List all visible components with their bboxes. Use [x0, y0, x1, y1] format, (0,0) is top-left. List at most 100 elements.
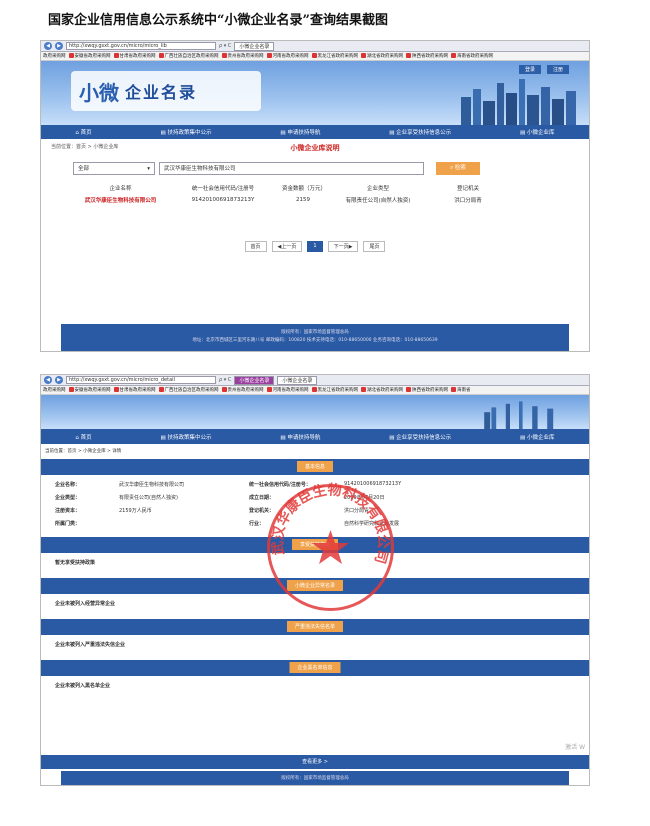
favorite-link[interactable]: 海南省政府采购网 — [451, 53, 493, 59]
info-key: 所属门类： — [55, 521, 81, 527]
favorite-link[interactable]: 安徽省政府采购网 — [68, 387, 111, 393]
favorite-link[interactable]: 陕西省政府采购网 — [406, 53, 448, 59]
section-bar-basic: 基本信息 — [41, 459, 589, 475]
search-button[interactable]: ⌕ 检索 — [436, 162, 480, 175]
footer-address: 地址：北京市西城区三里河东路八号 邮政编码：100820 技术支持电话：010-… — [192, 338, 438, 343]
page-next[interactable]: 下一页▶ — [327, 241, 359, 252]
company-name-link[interactable]: 武汉华康臣生物科技有限公司 — [73, 193, 168, 207]
favorite-link[interactable]: 甘肃省政府采购网 — [113, 53, 156, 59]
favorite-link[interactable]: 广西壮族自治区政府采购网 — [158, 387, 219, 393]
screenshot-company-detail: ◀ ▶ http://xwqy.gsxt.gov.cn/micro/micro_… — [40, 374, 590, 786]
info-value: 2159万人民币 — [119, 508, 152, 514]
nav-home[interactable]: ⌂ 首页 — [75, 128, 91, 136]
credit-code: 91420100691873213Y — [191, 197, 255, 203]
favorite-link[interactable]: 河南省政府采购网 — [266, 387, 309, 393]
nav-library[interactable]: ▤ 小微企业库 — [520, 433, 554, 441]
page-current[interactable]: 1 — [307, 241, 323, 252]
column-header: 资金数额（万元） — [282, 186, 327, 192]
column-header: 企业名称 — [109, 186, 132, 192]
nav-benefit[interactable]: ▤ 企业享受扶持信息公示 — [389, 128, 451, 136]
favorite-link[interactable]: 贵州省政府采购网 — [221, 53, 264, 59]
favorites-bar: 政府采购网 安徽省政府采购网 甘肃省政府采购网 广西壮族自治区政府采购网 贵州省… — [41, 386, 589, 395]
favorite-link[interactable]: 政府采购网 — [43, 387, 66, 393]
city-skyline-image — [484, 401, 554, 429]
nav-apply[interactable]: ▤ 申请扶持导航 — [280, 128, 320, 136]
keyword-input[interactable]: 武汉华康臣生物科技有限公司 — [159, 162, 424, 175]
document-title: 国家企业信用信息公示系统中“小微企业名录”查询结果截图 — [48, 13, 388, 28]
info-value: 武汉华康臣生物科技有限公司 — [119, 482, 185, 488]
login-button[interactable]: 登录 — [518, 65, 541, 74]
registration-authority: 洪口分局青 — [454, 198, 482, 204]
section-label: 企业黑名单信息 — [289, 662, 341, 673]
site-footer: 版权所有：国家市场监督管理总局 — [61, 771, 569, 785]
favorite-link[interactable]: 甘肃省政府采购网 — [113, 387, 156, 393]
info-key: 注册资本： — [55, 508, 81, 514]
screenshot-search-result: ◀ ▶ http://xwqy.gsxt.gov.cn/micro/micro_… — [40, 40, 590, 352]
page-first[interactable]: 首页 — [244, 241, 267, 252]
site-footer: 版权所有：国家市场监督管理总局 地址：北京市西城区三里河东路八号 邮政编码：10… — [61, 324, 569, 351]
favorite-link[interactable]: 安徽省政府采购网 — [68, 53, 111, 59]
forward-icon[interactable]: ▶ — [55, 376, 63, 384]
forward-icon[interactable]: ▶ — [55, 42, 63, 50]
capital: 2159 — [296, 197, 310, 203]
city-skyline-image — [461, 79, 576, 125]
favorite-link[interactable]: 海南省 — [451, 387, 471, 393]
back-icon[interactable]: ◀ — [44, 42, 52, 50]
table-row: 武汉华康臣生物科技有限公司 91420100691873213Y 2159 有限… — [73, 193, 508, 207]
favorite-link[interactable]: 政府采购网 — [43, 53, 66, 59]
favorite-link[interactable]: 河南省政府采购网 — [266, 53, 309, 59]
search-icon: ⌕ — [450, 165, 454, 171]
favorite-link[interactable]: 黑龙江省政府采购网 — [311, 387, 358, 393]
browser-tab[interactable]: 小微企业名录 — [277, 375, 318, 385]
footer-copyright: 版权所有：国家市场监督管理总局 — [281, 330, 349, 335]
nav-policy[interactable]: ▤ 扶持政策集中公示 — [161, 128, 212, 136]
scope-select[interactable]: 全部 ▾ — [73, 162, 155, 175]
logo-mark: 小微 — [79, 80, 119, 105]
url-input[interactable]: http://xwqy.gsxt.gov.cn/micro/micro_deta… — [66, 376, 216, 384]
site-logo[interactable]: 小微 企业名录 — [71, 71, 261, 111]
register-button[interactable]: 注册 — [546, 65, 569, 74]
section-bar-illegal: 严重违法失信名单 — [41, 619, 589, 635]
activation-watermark: 激活 W — [565, 744, 585, 751]
status-text: 企业未被列入黑名单企业 — [55, 683, 111, 689]
column-header: 企业类型 — [366, 186, 389, 192]
result-table: 企业名称 统一社会信用代码/注册号 资金数额（万元） 企业类型 登记机关 武汉华… — [73, 183, 508, 207]
site-banner: 小微 企业名录 登录 注册 — [41, 61, 589, 125]
url-input[interactable]: http://xwqy.gsxt.gov.cn/micro/micro_lib — [66, 42, 216, 50]
view-more-button[interactable]: 查看更多 > — [41, 755, 589, 769]
chevron-down-icon: ▾ — [147, 166, 150, 172]
page-prev[interactable]: ◀上一页 — [271, 241, 303, 252]
site-banner — [41, 395, 589, 429]
back-icon[interactable]: ◀ — [44, 376, 52, 384]
favorite-link[interactable]: 贵州省政府采购网 — [221, 387, 264, 393]
address-search-control[interactable]: ρ ▾ C — [219, 43, 231, 49]
column-header: 统一社会信用代码/注册号 — [191, 186, 255, 192]
favorites-bar: 政府采购网 安徽省政府采购网 甘肃省政府采购网 广西壮族自治区政府采购网 贵州省… — [41, 52, 589, 61]
favorite-link[interactable]: 湖北省政府采购网 — [361, 53, 403, 59]
favorite-link[interactable]: 黑龙江省政府采购网 — [311, 53, 358, 59]
main-nav: ⌂ 首页 ▤ 扶持政策集中公示 ▤ 申请扶持导航 ▤ 企业享受扶持信息公示 ▤ … — [41, 125, 589, 139]
main-nav: ⌂ 首页 ▤ 扶持政策集中公示 ▤ 申请扶持导航 ▤ 企业享受扶持信息公示 ▤ … — [41, 429, 589, 444]
favorite-link[interactable]: 湖北省政府采购网 — [361, 387, 403, 393]
company-seal-stamp: 武汉华康臣生物科技有限公司 — [267, 481, 394, 611]
pagination: 首页 ◀上一页 1 下一页▶ 尾页 — [51, 241, 579, 252]
nav-apply[interactable]: ▤ 申请扶持导航 — [280, 433, 320, 441]
breadcrumb: 当前位置：首页 > 小微企业库 > 详情 — [45, 449, 122, 454]
section-label: 严重违法失信名单 — [286, 621, 344, 632]
nav-library[interactable]: ▤ 小微企业库 — [520, 128, 554, 136]
address-search-control[interactable]: ρ ▾ C — [219, 377, 231, 383]
nav-policy[interactable]: ▤ 扶持政策集中公示 — [161, 433, 212, 441]
section-label: 基本信息 — [296, 461, 334, 472]
nav-home[interactable]: ⌂ 首页 — [75, 433, 91, 441]
section-title: 小微企业库说明 — [290, 144, 340, 152]
status-text: 企业未被列入严重违法失信企业 — [55, 642, 126, 648]
page-last[interactable]: 尾页 — [363, 241, 386, 252]
browser-tab[interactable]: 小微企业名录 — [234, 375, 275, 385]
nav-benefit[interactable]: ▤ 企业享受扶持信息公示 — [389, 433, 451, 441]
column-header: 登记机关 — [456, 186, 479, 192]
info-key: 企业类型： — [55, 495, 81, 501]
favorite-link[interactable]: 广西壮族自治区政府采购网 — [158, 53, 219, 59]
browser-tab[interactable]: 小微企业名录 — [234, 41, 275, 51]
favorite-link[interactable]: 陕西省政府采购网 — [406, 387, 448, 393]
info-value: 有限责任公司(自然人独资) — [119, 495, 178, 501]
